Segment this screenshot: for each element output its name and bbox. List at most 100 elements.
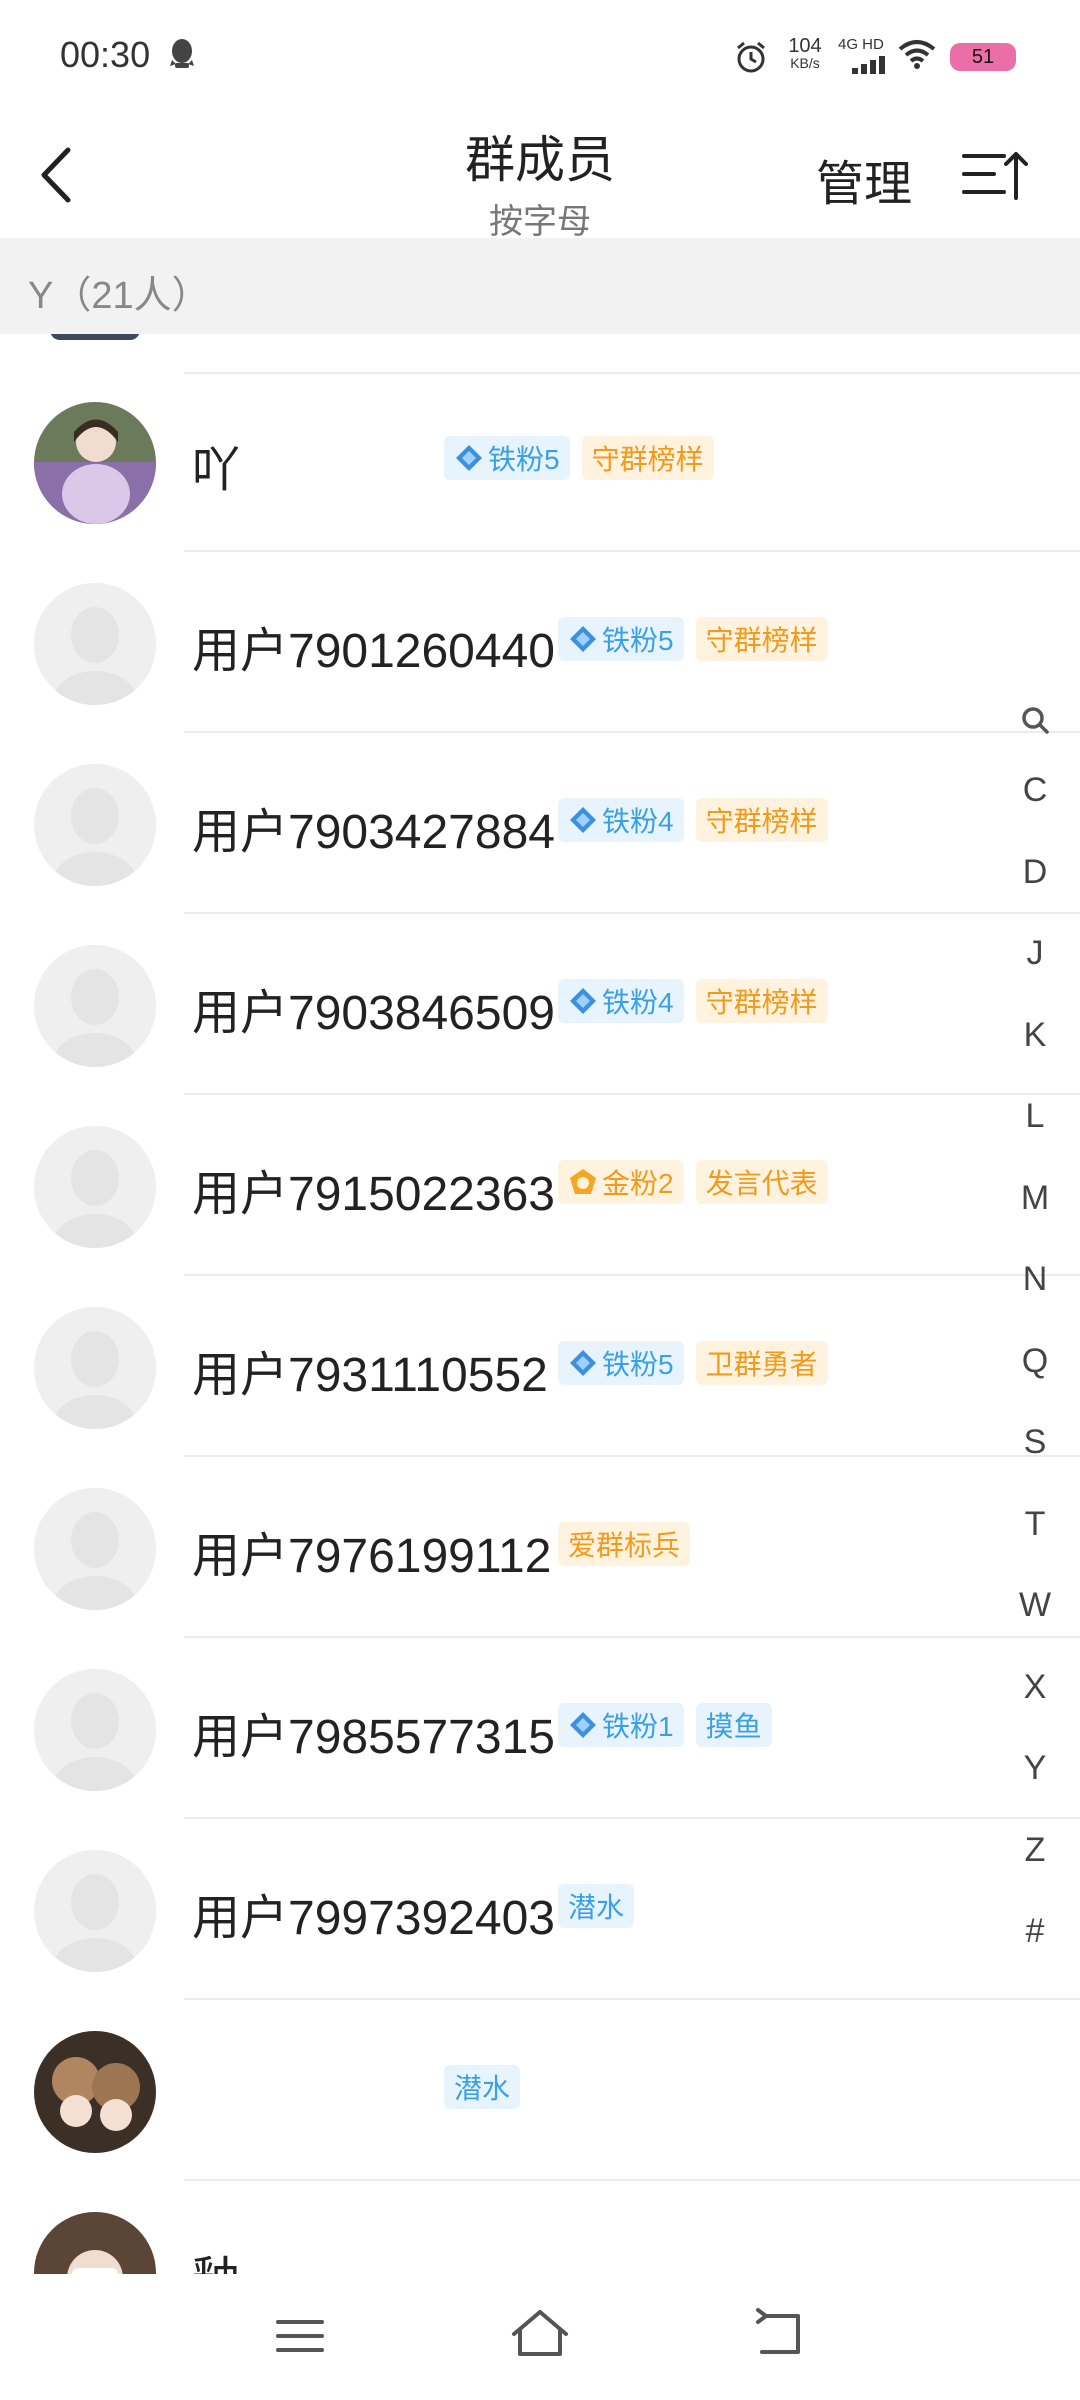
avatar[interactable] [34,1669,156,1791]
system-nav-bar [0,2274,1080,2400]
badge-label: 铁粉4 [602,806,674,837]
index-letter-m[interactable]: M [1010,1158,1060,1240]
divider [184,1998,1080,2000]
index-letter-s[interactable]: S [1010,1402,1060,1484]
network-speed: 104 KB/s [780,36,830,70]
avatar[interactable] [34,1488,156,1610]
member-badges: 铁粉5 守群榜样 [444,436,714,480]
divider [184,550,1080,552]
divider [184,912,1080,914]
badge-label: 发言代表 [705,1168,818,1199]
badge-label: 金粉2 [602,1168,674,1199]
recent-apps-icon[interactable] [272,2314,328,2358]
avatar[interactable] [34,1126,156,1248]
index-search-item[interactable] [1010,690,1060,750]
member-name: 用户7985577315 [192,1711,555,1764]
member-badges: 铁粉5 卫群勇者 [558,1341,828,1385]
index-letter-n[interactable]: N [1010,1239,1060,1321]
member-list-item[interactable]: 用户7976199112 爱群标兵 [0,1458,1080,1638]
search-icon [1022,707,1049,734]
index-letter-z[interactable]: Z [1010,1810,1060,1892]
avatar[interactable] [34,1307,156,1429]
member-list-item[interactable]: 釉 [0,2182,1080,2274]
index-letter-l[interactable]: L [1010,1076,1060,1158]
divider [184,731,1080,733]
member-badges: 爱群标兵 [558,1522,691,1566]
index-letter-c[interactable]: C [1010,750,1060,832]
back-gesture-icon[interactable] [752,2308,808,2360]
member-list-item[interactable]: 用户7931110552 铁粉5 卫群勇者 [0,1277,1080,1457]
member-name: 用户7903846509 [192,987,555,1040]
sort-mode-subtitle[interactable]: 按字母 [0,194,1080,243]
member-badges: 金粉2 发言代表 [558,1160,828,1204]
default-avatar-icon [34,1669,156,1791]
index-letter-w[interactable]: W [1010,1565,1060,1647]
index-letter-hash[interactable]: # [1010,1891,1060,1973]
avatar[interactable] [34,1850,156,1972]
page-title: 群成员 [465,132,615,188]
sort-icon[interactable] [960,146,1030,206]
user-photo-avatar [34,2031,156,2153]
member-name: 用户7997392403 [192,1892,555,1945]
member-name: 用户7903427884 [192,806,555,859]
badge-label: 铁粉5 [602,1349,674,1380]
avatar[interactable] [34,583,156,705]
home-icon[interactable] [508,2306,572,2360]
index-letter-q[interactable]: Q [1010,1321,1060,1403]
fan-level-badge: 铁粉4 [558,979,684,1023]
index-letter-t[interactable]: T [1010,1484,1060,1566]
index-letter-x[interactable]: X [1010,1647,1060,1729]
index-letter-j[interactable]: J [1010,913,1060,995]
manage-button[interactable]: 管理 [816,144,912,214]
divider [184,1817,1080,1819]
member-list-item[interactable]: 用户7997392403 潜水 [0,1820,1080,2000]
wifi-icon [898,40,936,69]
user-photo-avatar [34,402,156,524]
fan-level-badge: 铁粉5 [558,1341,684,1385]
badge-label: 卫群勇者 [705,1349,818,1380]
badge-label: 铁粉4 [602,987,674,1018]
fan-level-badge: 金粉2 [558,1160,684,1204]
badge-label: 爱群标兵 [568,1530,681,1561]
diamond-icon [456,445,482,471]
member-list-item[interactable]: 用户7903427884 铁粉4 守群榜样 [0,734,1080,914]
badge-label: 铁粉5 [602,625,674,656]
badge-label: 守群榜样 [591,444,704,475]
title-badge: 爱群标兵 [558,1522,691,1566]
member-name: 用户7931110552 [192,1349,548,1402]
fan-level-badge: 铁粉4 [558,798,684,842]
member-list-item[interactable]: 用户7901260440 铁粉5 守群榜样 [0,553,1080,733]
member-list-item[interactable]: 用户7915022363 金粉2 发言代表 [0,1096,1080,1276]
avatar [50,334,140,340]
avatar[interactable] [34,2031,156,2153]
network-type: 4G HD [838,36,884,53]
member-badges: 铁粉5 守群榜样 [558,617,828,661]
avatar[interactable] [34,402,156,524]
badge-label: 铁粉5 [488,444,560,475]
member-list-item[interactable]: 用户7903846509 铁粉4 守群榜样 [0,915,1080,1095]
title-badge: 守群榜样 [695,979,828,1023]
member-name: 用户7915022363 [192,1168,555,1221]
member-list-item[interactable]: 用户7985577315 铁粉1 摸鱼 [0,1639,1080,1819]
title-badge: 发言代表 [695,1160,828,1204]
index-letter-k[interactable]: K [1010,995,1060,1077]
member-name: 用户7976199112 [192,1530,552,1583]
member-badges: 铁粉4 守群榜样 [558,979,828,1023]
member-list[interactable]: 吖铁粉5 守群榜样 用户7901260440 铁粉5 守群榜样 用户7903427884 铁… [0,334,1080,2274]
index-letter-d[interactable]: D [1010,832,1060,914]
index-letter-y[interactable]: Y [1010,1728,1060,1810]
signal-icon [852,56,885,74]
member-list-item[interactable]: 潜水 [0,2001,1080,2181]
divider [184,1455,1080,1457]
status-time: 00:30 [60,34,151,75]
avatar[interactable] [34,2212,156,2274]
diamond-icon [570,807,596,833]
default-avatar-icon [34,1307,156,1429]
avatar[interactable] [34,945,156,1067]
partial-list-item[interactable] [0,334,1080,374]
divider [184,1093,1080,1095]
section-header: Y（21人） [0,238,1080,334]
alphabet-index[interactable]: C D J K L M N Q S T W X Y Z # [1010,690,1060,1973]
avatar[interactable] [34,764,156,886]
member-list-item[interactable]: 吖 铁粉5 守群榜样 [0,372,1080,552]
